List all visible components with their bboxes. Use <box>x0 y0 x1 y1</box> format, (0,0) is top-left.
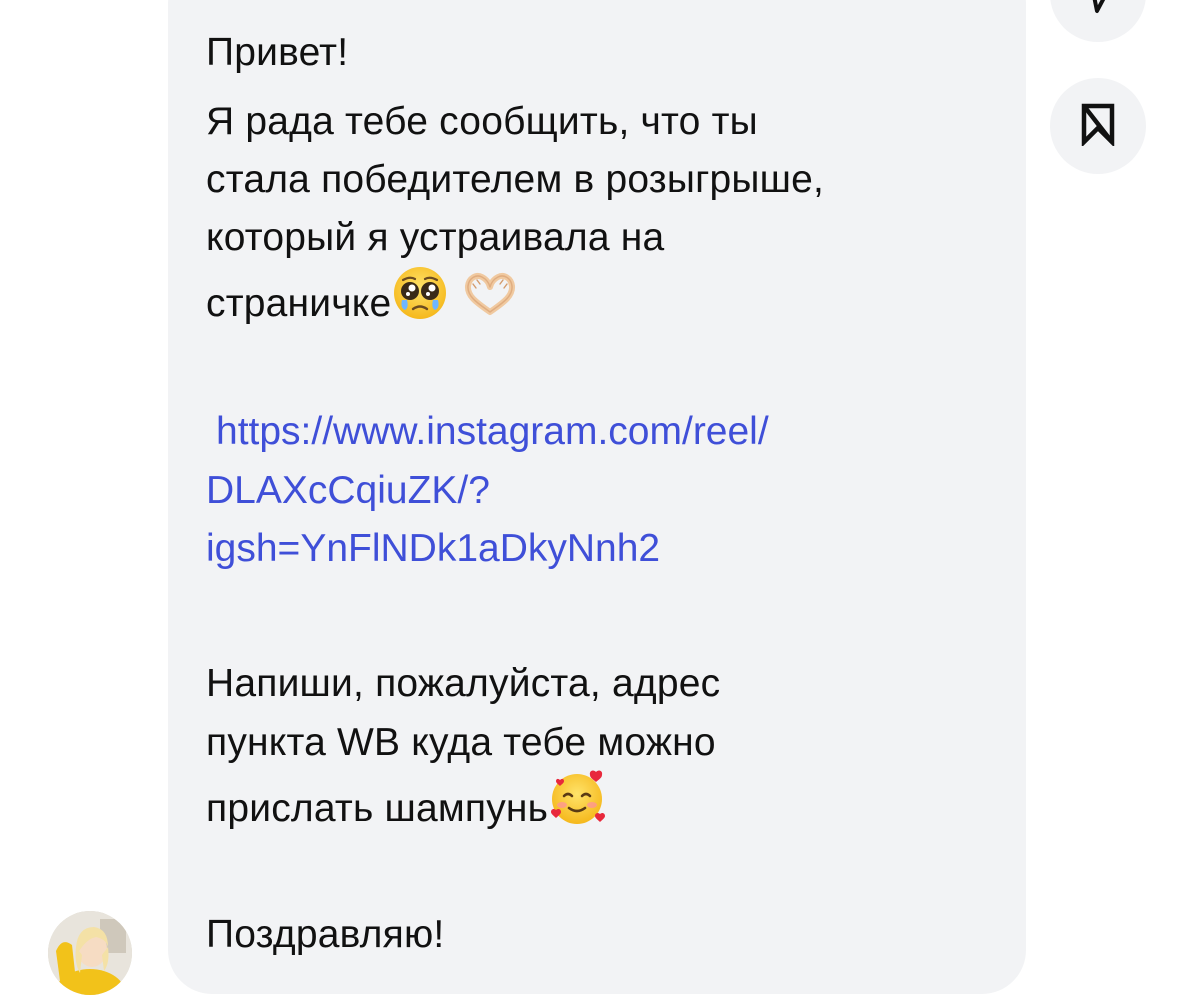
message-line-7: прислать шампунь <box>206 786 549 830</box>
save-button[interactable] <box>1050 78 1146 174</box>
message-line-3: который я устраивала на <box>206 216 665 259</box>
message-line-6: пункта WB куда тебе можно <box>206 721 716 764</box>
send-icon <box>1073 0 1123 22</box>
smiling-face-with-hearts-emoji <box>548 768 608 845</box>
message-link-line-1[interactable]: https://www.instagram.com/reel/ <box>216 403 769 461</box>
message-line-1: Я рада тебе сообщить, что ты <box>206 100 758 143</box>
chat-screen: Привет! Я рада тебе сообщить, что ты ста… <box>0 0 1179 995</box>
message-line-2: стала победителем в розыгрыше, <box>206 158 825 201</box>
message-line-7-row: прислать шампунь <box>206 770 608 849</box>
bookmark-icon <box>1076 102 1120 151</box>
message-link-line-3[interactable]: igsh=YnFlNDk1aDkyNnh2 <box>206 520 660 578</box>
message-link-line-2[interactable]: DLAXcCqiuZK/? <box>206 462 490 520</box>
message-closing: Поздравляю! <box>206 913 445 956</box>
send-button[interactable] <box>1050 0 1146 42</box>
pleading-face-emoji <box>391 264 449 339</box>
message-line-4-row: страничке <box>206 267 521 343</box>
message-line-4: страничке <box>206 281 392 325</box>
avatar[interactable] <box>48 911 132 995</box>
message-line-5: Напиши, пожалуйста, адрес <box>206 662 721 705</box>
heart-hands-emoji <box>459 264 521 339</box>
message-greeting: Привет! <box>206 31 349 74</box>
